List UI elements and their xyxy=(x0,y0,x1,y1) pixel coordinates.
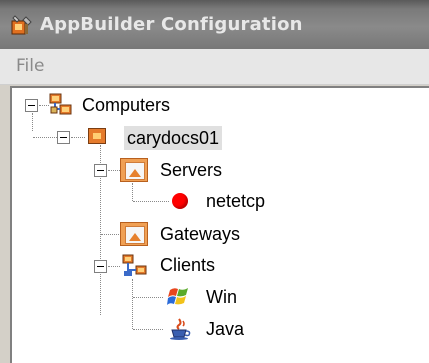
appbuilder-icon xyxy=(11,14,33,36)
menu-file[interactable]: File xyxy=(16,56,44,76)
windows-logo-icon xyxy=(167,285,193,313)
expand-collapse-carydocs01[interactable] xyxy=(57,131,70,144)
tree-node-java[interactable]: Java xyxy=(206,317,244,341)
tree-node-servers[interactable]: Servers xyxy=(160,158,222,182)
tree-node-win[interactable]: Win xyxy=(206,285,237,309)
java-cup-icon xyxy=(167,317,193,345)
menu-bar: File xyxy=(0,49,429,85)
red-status-dot-icon xyxy=(172,193,188,209)
tree-node-clients[interactable]: Clients xyxy=(160,253,215,277)
expand-collapse-computers[interactable] xyxy=(25,99,38,112)
monitor-icon xyxy=(88,128,106,144)
network-computers-icon xyxy=(49,93,73,121)
tree-node-netetcp[interactable]: netetcp xyxy=(206,189,265,213)
tree-node-gateways[interactable]: Gateways xyxy=(160,222,240,246)
clients-network-icon xyxy=(122,254,148,282)
configuration-tree[interactable]: Computers carydocs01 Servers netetcp Gat… xyxy=(10,86,429,363)
expand-collapse-clients[interactable] xyxy=(94,260,107,273)
expand-collapse-servers[interactable] xyxy=(94,164,107,177)
servers-icon xyxy=(120,158,148,182)
title-bar: AppBuilder Configuration xyxy=(0,0,429,49)
gateways-icon xyxy=(120,222,148,246)
window-title: AppBuilder Configuration xyxy=(40,14,303,35)
tree-node-carydocs01[interactable]: carydocs01 xyxy=(124,126,223,150)
tree-node-computers[interactable]: Computers xyxy=(82,93,170,117)
